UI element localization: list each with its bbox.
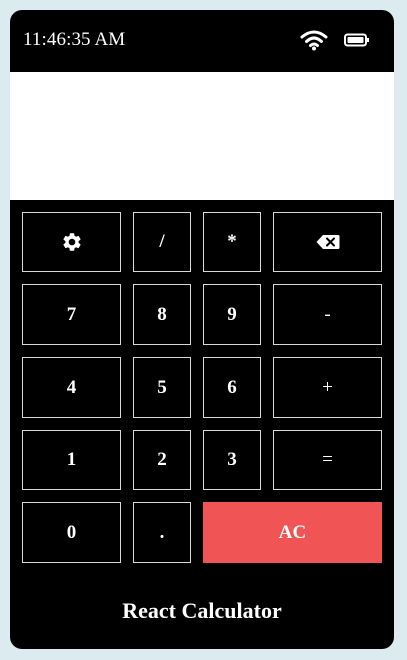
digit-1-button[interactable]: 1: [22, 430, 121, 490]
calculator-app: 11:46:35 AM / * 7 8 9 - 4 5 6 + 1 2 3 = …: [10, 10, 394, 649]
app-title: React Calculator: [122, 598, 282, 623]
multiply-button[interactable]: *: [203, 212, 261, 272]
digit-4-button[interactable]: 4: [22, 357, 121, 418]
clear-button[interactable]: AC: [203, 502, 382, 563]
settings-button[interactable]: [22, 212, 121, 272]
digit-7-button[interactable]: 7: [22, 284, 121, 345]
digit-3-button[interactable]: 3: [203, 430, 261, 490]
backspace-button[interactable]: [273, 212, 382, 272]
gear-icon: [61, 231, 83, 253]
calculator-display: [10, 72, 394, 200]
plus-button[interactable]: +: [273, 357, 382, 418]
equals-button[interactable]: =: [273, 430, 382, 490]
digit-2-button[interactable]: 2: [133, 430, 191, 490]
divide-button[interactable]: /: [133, 212, 191, 272]
digit-8-button[interactable]: 8: [133, 284, 191, 345]
digit-0-button[interactable]: 0: [22, 502, 121, 563]
digit-9-button[interactable]: 9: [203, 284, 261, 345]
decimal-button[interactable]: .: [133, 502, 191, 563]
wifi-icon: [300, 29, 328, 51]
minus-button[interactable]: -: [273, 284, 382, 345]
backspace-icon: [316, 234, 340, 250]
digit-6-button[interactable]: 6: [203, 357, 261, 418]
status-bar: 11:46:35 AM: [10, 10, 394, 72]
digit-5-button[interactable]: 5: [133, 357, 191, 418]
status-time: 11:46:35 AM: [23, 29, 126, 50]
battery-icon: [344, 33, 370, 47]
